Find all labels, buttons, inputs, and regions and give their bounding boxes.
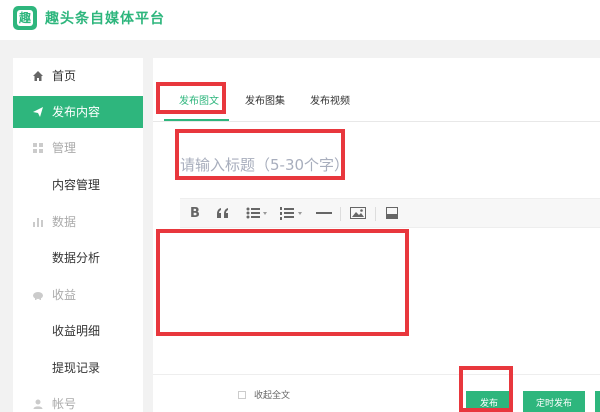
sidebar-group-label: 管理 <box>52 141 77 155</box>
grid-icon <box>33 143 43 153</box>
bullet-list-icon[interactable] <box>246 206 268 222</box>
collapse-full-text-toggle[interactable]: 收起全文 <box>238 388 290 401</box>
tab-publish-video[interactable]: 发布视频 <box>310 92 350 107</box>
horizontal-rule-icon[interactable] <box>316 206 332 222</box>
sidebar-group-label: 收益 <box>52 288 77 302</box>
publish-button[interactable]: 发布 <box>466 391 512 412</box>
next-button-partial[interactable] <box>595 391 600 412</box>
tab-publish-article[interactable]: 发布图文 <box>179 92 219 107</box>
numbered-list-icon[interactable] <box>280 206 304 222</box>
app-logo[interactable]: 趣 <box>13 6 37 30</box>
bar-chart-icon <box>33 218 43 227</box>
tab-publish-gallery[interactable]: 发布图集 <box>245 92 285 107</box>
sidebar-group-data: 数据 <box>13 206 143 238</box>
publish-tabs: 发布图文 发布图集 发布视频 <box>153 82 600 122</box>
bold-icon[interactable]: B <box>190 206 200 222</box>
sidebar-item-income-detail[interactable]: 收益明细 <box>13 315 143 347</box>
collapse-label: 收起全文 <box>254 391 291 401</box>
active-tab-indicator <box>164 119 229 121</box>
sidebar-group-account: 帐号 <box>13 388 143 412</box>
editor-footer: 收起全文 发布 定时发布 <box>153 374 600 412</box>
sidebar-item-withdraw-record[interactable]: 提现记录 <box>13 352 143 384</box>
sidebar-group-label: 帐号 <box>52 397 77 411</box>
sidebar-item-label: 收益明细 <box>52 324 101 338</box>
top-header: 趣 趣头条自媒体平台 <box>0 0 600 40</box>
sidebar-item-home[interactable]: 首页 <box>13 60 143 92</box>
collapse-icon <box>238 391 246 399</box>
brand-title: 趣头条自媒体平台 <box>45 11 165 27</box>
sidebar-item-label: 内容管理 <box>52 178 101 192</box>
toolbar-divider <box>340 207 341 221</box>
piggy-bank-icon <box>33 292 43 300</box>
logo-char: 趣 <box>18 11 31 25</box>
sidebar-item-label: 首页 <box>52 69 77 83</box>
sidebar-group-label: 数据 <box>52 215 77 229</box>
sidebar: 首页 发布内容 管理 内容管理 数据 数据分析 收益 收益明细 提现记录 帐号 <box>13 58 143 412</box>
toolbar-divider <box>375 207 376 221</box>
sidebar-item-label: 数据分析 <box>52 251 101 265</box>
eraser-icon[interactable] <box>385 206 399 222</box>
sidebar-group-income: 收益 <box>13 279 143 311</box>
sidebar-item-label: 提现记录 <box>52 361 101 375</box>
sidebar-group-manage: 管理 <box>13 132 143 164</box>
quote-icon[interactable] <box>216 206 230 222</box>
send-icon <box>33 107 43 117</box>
article-body-editor[interactable] <box>180 228 600 373</box>
home-icon <box>33 71 43 81</box>
sidebar-item-label: 发布内容 <box>52 105 101 119</box>
sidebar-item-data-analysis[interactable]: 数据分析 <box>13 242 143 274</box>
article-title-input[interactable] <box>180 154 345 176</box>
schedule-publish-button[interactable]: 定时发布 <box>523 391 585 412</box>
sidebar-item-content-manage[interactable]: 内容管理 <box>13 169 143 201</box>
main-panel: 发布图文 发布图集 发布视频 B 收起全文 发布 定时发布 <box>153 58 600 412</box>
image-icon[interactable] <box>350 206 366 222</box>
user-icon <box>33 399 43 409</box>
editor-toolbar: B <box>180 198 600 228</box>
sidebar-item-publish[interactable]: 发布内容 <box>13 96 143 128</box>
